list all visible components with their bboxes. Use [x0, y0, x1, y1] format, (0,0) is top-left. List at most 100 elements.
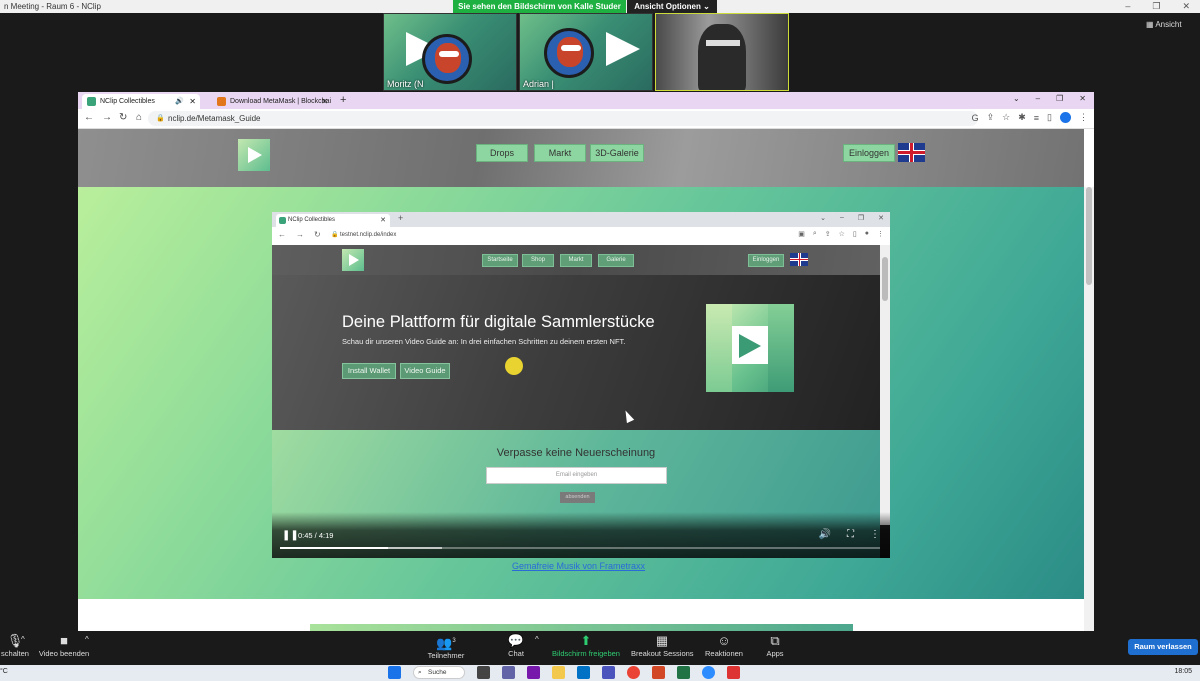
- forward-icon[interactable]: →: [102, 112, 112, 123]
- kebab-menu-icon[interactable]: ⋮: [1079, 112, 1088, 123]
- video-login-button: Einloggen: [748, 254, 784, 267]
- teams-icon[interactable]: [502, 666, 515, 679]
- breakout-sessions-button[interactable]: ▦ Breakout Sessions: [631, 633, 694, 658]
- uk-flag-icon[interactable]: [898, 143, 925, 162]
- browser-window-controls: ⌄ – ❐ ✕: [1013, 94, 1086, 103]
- pause-icon[interactable]: ❚❚: [282, 530, 299, 541]
- tab-metamask[interactable]: Download MetaMask | Blockchai ✕: [212, 94, 332, 109]
- share-icon[interactable]: ⇪: [987, 112, 995, 123]
- minimize-button[interactable]: –: [1036, 94, 1040, 103]
- leave-room-button[interactable]: Raum verlassen: [1128, 639, 1198, 655]
- avatar-eyes: [439, 51, 459, 57]
- lock-icon: 🔒: [156, 115, 165, 122]
- video-nav-markt: Markt: [560, 254, 592, 267]
- file-explorer-icon[interactable]: [552, 666, 565, 679]
- windows-start-icon[interactable]: [388, 666, 401, 679]
- participant-tile-2[interactable]: Adrian |: [519, 13, 653, 91]
- login-button[interactable]: Einloggen: [843, 144, 895, 162]
- onenote-icon[interactable]: [527, 666, 540, 679]
- view-options-button[interactable]: Ansicht Optionen ⌄: [627, 0, 717, 13]
- nclip-big-logo: [706, 304, 794, 392]
- tab-search-icon[interactable]: ⌄: [1013, 94, 1020, 103]
- fullscreen-icon[interactable]: ⛶: [847, 529, 854, 540]
- apps-button[interactable]: ⧉ Apps: [764, 633, 786, 658]
- powerpoint-icon[interactable]: [652, 666, 665, 679]
- nav-3d-galerie-button[interactable]: 3D-Galerie: [590, 144, 644, 162]
- home-icon[interactable]: ⌂: [136, 112, 142, 123]
- close-button[interactable]: ✕: [1182, 0, 1190, 13]
- maximize-button[interactable]: ❐: [1152, 0, 1160, 13]
- close-tab-icon: ✕: [380, 217, 386, 224]
- page-scrollbar[interactable]: [1084, 187, 1094, 631]
- mute-options-chevron-icon[interactable]: ^: [21, 635, 25, 644]
- chat-button[interactable]: 💬 Chat: [504, 633, 528, 658]
- participant-name: Moritz (N: [387, 79, 424, 89]
- microphone-icon: 🎙: [6, 633, 24, 648]
- avatar: [544, 28, 594, 78]
- chat-options-chevron-icon[interactable]: ^: [535, 635, 539, 644]
- reactions-button[interactable]: ☺ Reaktionen: [704, 633, 744, 658]
- volume-icon[interactable]: 🔊: [819, 529, 831, 540]
- speaker-icon[interactable]: 🔊: [175, 94, 184, 109]
- shared-screen: NClip Collectibles 🔊 ✕ Download MetaMask…: [78, 92, 1094, 631]
- profile-avatar[interactable]: [1060, 112, 1071, 123]
- nav-drops-button[interactable]: Drops: [476, 144, 528, 162]
- star-icon[interactable]: ☆: [1002, 112, 1010, 123]
- teams-app-icon[interactable]: [602, 666, 615, 679]
- email-field: Email eingeben: [486, 467, 667, 484]
- video-nav-icons: ← → ↻: [278, 230, 321, 239]
- zoom-icon[interactable]: [702, 666, 715, 679]
- more-options-icon[interactable]: ⋮: [870, 529, 880, 540]
- nclip-logo[interactable]: [238, 139, 270, 171]
- new-tab-button[interactable]: +: [340, 94, 346, 106]
- close-tab-icon[interactable]: ✕: [189, 94, 196, 109]
- outlook-icon[interactable]: [577, 666, 590, 679]
- video-options-chevron-icon[interactable]: ^: [85, 635, 89, 644]
- search-icon: ⌕: [418, 669, 422, 676]
- reload-icon[interactable]: ↻: [119, 112, 127, 123]
- participant-tile-3[interactable]: [655, 13, 789, 91]
- google-icon[interactable]: G: [972, 113, 979, 123]
- video-guide-button: Video Guide: [400, 363, 450, 379]
- avatar-eyes: [561, 45, 581, 51]
- video-progress-bar[interactable]: [280, 547, 880, 549]
- chrome-icon[interactable]: [627, 666, 640, 679]
- taskbar-search[interactable]: ⌕ Suche: [413, 666, 465, 679]
- video-page-scrollbar: [880, 245, 890, 525]
- video-player[interactable]: NClip Collectibles ✕ + ⌄ – ❐ ✕ ← → ↻ 🔒 testne…: [272, 212, 890, 558]
- nclip-favicon-icon: [87, 97, 96, 106]
- close-button[interactable]: ✕: [1079, 94, 1086, 103]
- avatar-face: [435, 43, 461, 73]
- participant-tile-1[interactable]: Moritz (N: [383, 13, 517, 91]
- music-credit-link[interactable]: Gemafreie Musik von Frametraxx: [512, 561, 645, 571]
- stop-video-button[interactable]: ■ Video beenden: [38, 633, 90, 658]
- nclip-logo: [342, 249, 364, 271]
- progress-played: [280, 547, 388, 549]
- system-clock: 18:05: [1174, 668, 1192, 675]
- snipping-tool-icon[interactable]: [727, 666, 740, 679]
- back-icon[interactable]: ←: [84, 112, 94, 123]
- weather-widget[interactable]: °C: [0, 668, 8, 675]
- video-browser-tab-bar: NClip Collectibles ✕ + ⌄ – ❐ ✕: [272, 212, 890, 227]
- hero-subtitle: Schau dir unseren Video Guide an: In dre…: [342, 337, 626, 346]
- scrollbar-thumb[interactable]: [1086, 187, 1092, 285]
- nav-markt-button[interactable]: Markt: [534, 144, 586, 162]
- taskbar-apps: ⌕ Suche: [388, 666, 740, 679]
- share-screen-button[interactable]: ⬆ Bildschirm freigeben: [550, 633, 622, 658]
- sidebar-icon[interactable]: ▯: [1047, 112, 1052, 123]
- participants-button[interactable]: 👥3 Teilnehmer: [424, 633, 468, 660]
- media-icon[interactable]: ≡: [1034, 113, 1039, 123]
- task-view-icon[interactable]: [477, 666, 490, 679]
- tab-nclip[interactable]: NClip Collectibles 🔊 ✕: [82, 94, 200, 109]
- video-hero-section: Deine Plattform für digitale Sammlerstüc…: [272, 275, 880, 430]
- puzzle-icon[interactable]: ✱: [1018, 112, 1026, 123]
- mute-button[interactable]: 🎙 schalten: [0, 633, 30, 658]
- view-button[interactable]: ▦ Ansicht: [1146, 20, 1182, 29]
- excel-icon[interactable]: [677, 666, 690, 679]
- maximize-button[interactable]: ❐: [1056, 94, 1063, 103]
- minimize-button[interactable]: –: [1125, 0, 1130, 13]
- site-header: Drops Markt 3D-Galerie Einloggen: [78, 129, 1084, 187]
- video-tab-nclip: NClip Collectibles ✕: [276, 214, 390, 227]
- close-tab-icon[interactable]: ✕: [321, 94, 328, 109]
- url-bar[interactable]: 🔒 nclip.de/Metamask_Guide: [148, 111, 978, 126]
